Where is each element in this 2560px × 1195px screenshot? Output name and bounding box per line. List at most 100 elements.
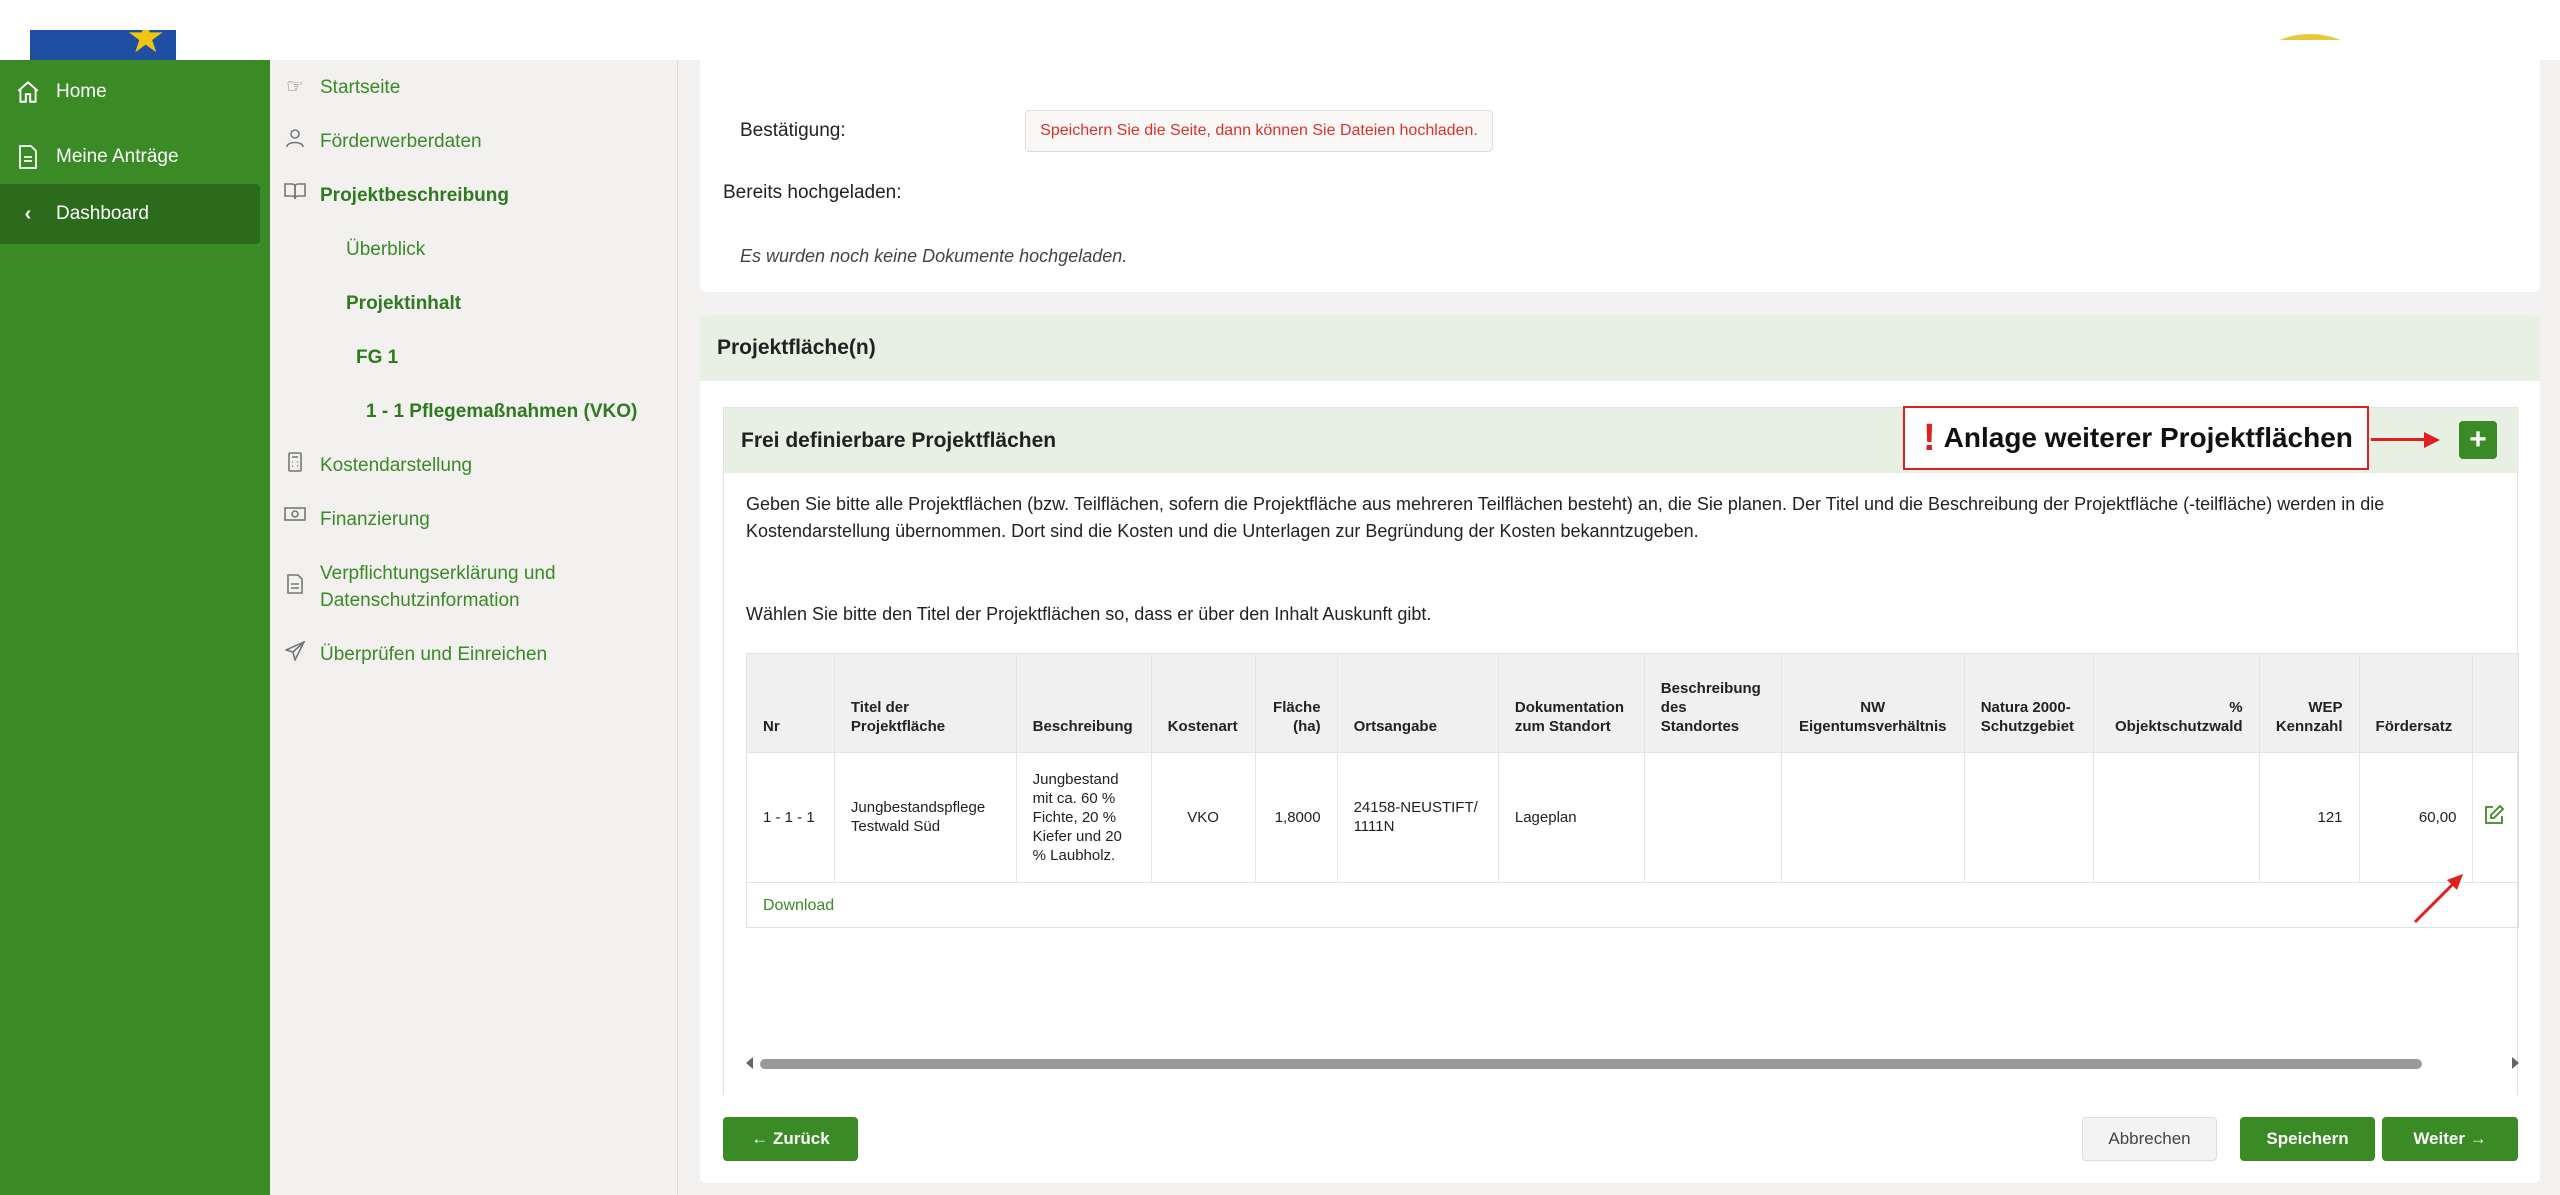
menu-item-finanzierung[interactable]: Finanzierung xyxy=(270,506,430,533)
menu-item-foerderwerberdaten[interactable]: Förderwerberdaten xyxy=(270,128,482,155)
cell-eigentum xyxy=(1781,751,1965,882)
menu-label: Förderwerberdaten xyxy=(320,131,482,152)
uploaded-label: Bereits hochgeladen: xyxy=(723,182,902,203)
column-header[interactable]: Titel der Projektfläche xyxy=(834,654,1017,752)
add-projektflaeche-button[interactable]: + xyxy=(2459,421,2497,459)
scroll-thumb[interactable] xyxy=(760,1059,2422,1069)
panel-title: Frei definierbare Projektflächen xyxy=(741,428,1057,452)
menu-item-projektinhalt[interactable]: Projektinhalt xyxy=(346,290,461,317)
menu-label: 1 - 1 Pflegemaßnahmen (VKO) xyxy=(366,401,638,422)
cell-natura xyxy=(1964,751,2094,882)
menu-label: Finanzierung xyxy=(320,509,430,530)
menu-label: Verpflichtungserklärung und Datenschutzi… xyxy=(320,560,556,614)
main-sidebar: Home Meine Anträge ‹ Dashboard xyxy=(0,60,270,1195)
column-header[interactable]: Kostenart xyxy=(1151,654,1256,752)
footer-actions: ← Zurück Abbrechen Speichern Weiter → xyxy=(700,1095,2540,1183)
menu-item-ueberpruefen[interactable]: Überprüfen und Einreichen xyxy=(270,641,547,668)
menu-label: Projektinhalt xyxy=(346,293,462,314)
annotation-arrow-head xyxy=(2424,432,2440,448)
edit-icon[interactable] xyxy=(2483,804,2505,831)
no-documents-text: Es wurden noch keine Dokumente hochgelad… xyxy=(740,246,1128,266)
menu-item-fg1[interactable]: FG 1 xyxy=(356,344,398,371)
confirmation-label: Bestätigung: xyxy=(740,120,846,141)
projektflaechen-card: Projektfläche(n) Frei definierbare Proje… xyxy=(700,315,2540,1132)
scroll-right-arrow-icon[interactable] xyxy=(2512,1057,2519,1069)
money-icon xyxy=(270,506,320,522)
horizontal-scrollbar[interactable] xyxy=(746,1055,2519,1075)
column-header[interactable]: Nr xyxy=(747,654,835,752)
menu-label-line: Verpflichtungserklärung und xyxy=(320,563,556,584)
cell-wep: 121 xyxy=(2259,751,2360,882)
document-icon xyxy=(0,144,56,170)
cell-kostenart: VKO xyxy=(1151,751,1256,882)
sidebar-item-antraege[interactable]: Meine Anträge xyxy=(0,127,260,187)
column-header[interactable]: NW Eigentumsverhältnis xyxy=(1781,654,1965,752)
logo: ★ xyxy=(30,30,176,60)
menu-label: FG 1 xyxy=(356,347,399,368)
sidebar-item-label: Dashboard xyxy=(56,203,149,224)
menu-label: Startseite xyxy=(320,77,401,98)
projektflaechen-panel: Frei definierbare Projektflächen ! Anlag… xyxy=(723,406,2519,1097)
scroll-left-arrow-icon[interactable] xyxy=(746,1057,753,1069)
column-header[interactable]: Natura 2000- Schutzgebiet xyxy=(1964,654,2094,752)
column-header[interactable]: Beschreibung xyxy=(1016,654,1152,752)
cell-ortsangabe: 24158-NEUSTIFT/1111N xyxy=(1337,751,1499,882)
section-title: Projektfläche(n) xyxy=(700,315,2540,381)
download-link[interactable]: Download xyxy=(747,882,2518,927)
instruction-line: Geben Sie bitte alle Projektflächen (bzw… xyxy=(746,494,2385,514)
send-icon xyxy=(270,641,320,661)
column-header[interactable]: Dokumentation zum Standort xyxy=(1498,654,1645,752)
next-button[interactable]: Weiter → xyxy=(2382,1117,2518,1161)
cell-nr: 1 - 1 - 1 xyxy=(747,751,835,882)
upload-hint-message: Speichern Sie die Seite, dann können Sie… xyxy=(1025,110,1493,152)
project-menu: ☞ Startseite Förderwerberdaten Projektbe… xyxy=(270,60,678,1195)
exclamation-icon: ! xyxy=(1923,416,1936,459)
annotation-text: Anlage weiterer Projektflächen xyxy=(1943,422,2353,453)
menu-item-ueberblick[interactable]: Überblick xyxy=(346,236,425,263)
chevron-left-icon: ‹ xyxy=(24,202,32,225)
cell-actions xyxy=(2472,751,2518,882)
home-icon xyxy=(0,79,56,105)
main-content: Bestätigung: Speichern Sie die Seite, da… xyxy=(700,40,2540,1195)
projektflaechen-table: Nr Titel der Projektfläche Beschreibung … xyxy=(746,653,2519,928)
document-icon xyxy=(270,560,320,594)
table-row: 1 - 1 - 1 Jungbestandspflege Testwald Sü… xyxy=(747,751,2518,882)
column-header[interactable]: Fördersatz xyxy=(2359,654,2474,752)
menu-label: Kostendarstellung xyxy=(320,455,473,476)
column-header[interactable]: Fläche (ha) xyxy=(1255,654,1338,752)
cell-beschreibung-standort xyxy=(1644,751,1782,882)
menu-item-verpflichtungserklaerung[interactable]: Verpflichtungserklärung und Datenschutzi… xyxy=(270,560,556,614)
menu-item-startseite[interactable]: ☞ Startseite xyxy=(270,74,400,101)
book-icon xyxy=(270,182,320,200)
menu-item-pflegemassnahmen[interactable]: 1 - 1 Pflegemaßnahmen (VKO) xyxy=(366,398,637,425)
column-header[interactable]: % Objektschutzwald xyxy=(2093,654,2260,752)
cell-titel: Jungbestandspflege Testwald Süd xyxy=(834,751,1017,882)
cell-beschreibung: Jungbestand mit ca. 60 % Fichte, 20 % Ki… xyxy=(1016,751,1152,882)
column-header-actions xyxy=(2472,654,2518,752)
upload-card: Bestätigung: Speichern Sie die Seite, da… xyxy=(700,40,2540,292)
column-header[interactable]: Beschreibung des Standortes xyxy=(1644,654,1782,752)
sidebar-item-label: Home xyxy=(56,81,107,102)
menu-label-line: Datenschutzinformation xyxy=(320,590,520,611)
calculator-icon xyxy=(270,452,320,472)
star-icon: ★ xyxy=(126,30,166,60)
table-header-row: Nr Titel der Projektfläche Beschreibung … xyxy=(747,654,2518,752)
sidebar-item-home[interactable]: Home xyxy=(0,62,260,122)
back-button[interactable]: ← Zurück xyxy=(723,1117,858,1161)
menu-label: Überblick xyxy=(346,239,426,260)
sidebar-item-dashboard[interactable]: ‹ Dashboard xyxy=(0,184,260,244)
cancel-button[interactable]: Abbrechen xyxy=(2082,1117,2217,1161)
cell-objektschutz xyxy=(2093,751,2260,882)
panel-header: Frei definierbare Projektflächen ! Anlag… xyxy=(724,406,2519,473)
column-header[interactable]: Ortsangabe xyxy=(1337,654,1499,752)
instruction-paragraph: Geben Sie bitte alle Projektflächen (bzw… xyxy=(746,491,2384,545)
save-button[interactable]: Speichern xyxy=(2240,1117,2375,1161)
instruction-line: Kostendarstellung übernommen. Dort sind … xyxy=(746,521,1699,541)
pointer-hand-icon: ☞ xyxy=(286,76,304,98)
cell-dokumentation: Lageplan xyxy=(1498,751,1645,882)
user-icon xyxy=(270,128,320,148)
menu-item-projektbeschreibung[interactable]: Projektbeschreibung xyxy=(270,182,509,209)
column-header[interactable]: WEP Kennzahl xyxy=(2259,654,2360,752)
menu-item-kostendarstellung[interactable]: Kostendarstellung xyxy=(270,452,472,479)
annotation-arrow xyxy=(2413,874,2463,924)
